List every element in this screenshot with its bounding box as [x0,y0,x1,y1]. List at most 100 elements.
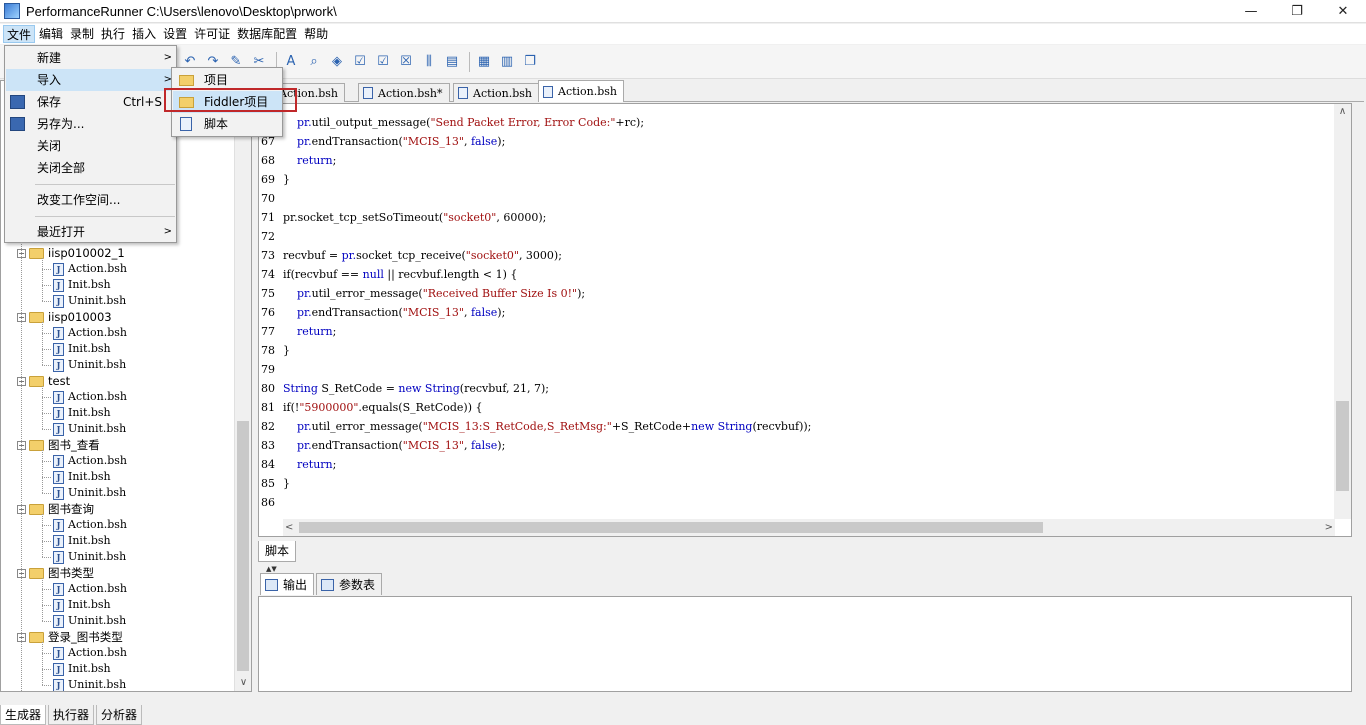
editor-tab-active[interactable]: Action.bsh [538,80,625,102]
code-line[interactable]: 86 [259,493,283,512]
menu-db-config[interactable]: 数据库配置 [234,25,300,43]
import-fiddler-project[interactable]: Fiddler项目 [173,91,282,113]
script-tab[interactable]: 脚本 [258,541,296,562]
tree-file[interactable]: J Action.bsh [53,581,127,597]
tree-file[interactable]: J Action.bsh [53,261,127,277]
file-menu-import[interactable]: 导入 > [6,69,176,91]
import-script[interactable]: 脚本 [173,113,282,135]
file-menu-save-as[interactable]: 另存为... [6,113,176,135]
tree-file[interactable]: J Init.bsh [53,597,111,613]
code-line[interactable]: 73 recvbuf = pr.socket_tcp_receive("socke… [259,246,562,265]
tree-file[interactable]: J Uninit.bsh [53,677,126,691]
tree-file[interactable]: J Action.bsh [53,517,127,533]
font-icon[interactable]: A [281,52,301,72]
code-line[interactable]: 76 pr.endTransaction("MCIS_13", false); [259,303,505,322]
tree-project[interactable]: − 登录_图书类型 [17,629,123,645]
menu-help[interactable]: 帮助 [301,25,331,43]
code-line[interactable]: 82 pr.util_error_message("MCIS_13:S_RetC… [259,417,811,436]
file-menu-new[interactable]: 新建 > [6,47,176,69]
tree-file[interactable]: J Uninit.bsh [53,421,126,437]
check-icon[interactable]: ☑ [350,52,370,72]
tree-project[interactable]: − test [17,373,70,389]
code-line[interactable]: 67 pr.endTransaction("MCIS_13", false); [259,132,505,151]
comment-icon[interactable]: ▤ [442,52,462,72]
config-icon[interactable]: ▦ [474,52,494,72]
tab-output[interactable]: 输出 [260,573,315,595]
tab-executor[interactable]: 执行器 [48,705,95,725]
find-icon[interactable]: ⌕ [304,52,324,72]
tree-scrollbar[interactable]: ∨ [234,81,251,691]
editor-vertical-scrollbar[interactable]: ∧ [1334,104,1351,519]
code-line[interactable]: 75 pr.util_error_message("Received Buffe… [259,284,585,303]
close-button[interactable]: ✕ [1320,0,1366,23]
maximize-button[interactable]: ❐ [1274,0,1320,23]
scroll-right-icon[interactable]: > [1325,519,1333,536]
tree-file[interactable]: J Init.bsh [53,405,111,421]
editor-hscroll-thumb[interactable] [299,522,1043,533]
splitter-arrows-icon[interactable]: ▲▼ [266,565,277,573]
code-line[interactable]: 78} [259,341,290,360]
tree-file[interactable]: J Init.bsh [53,341,111,357]
code-line[interactable]: 85} [259,474,290,493]
menu-file[interactable]: 文件 [3,25,36,43]
tree-file[interactable]: J Uninit.bsh [53,485,126,501]
tree-file[interactable]: J Init.bsh [53,469,111,485]
tab-generator[interactable]: 生成器 [0,705,47,725]
scroll-down-icon[interactable]: ∨ [235,674,251,691]
file-menu-close[interactable]: 关闭 [6,135,176,157]
editor-horizontal-scrollbar[interactable]: < > [283,519,1335,536]
tree-project[interactable]: − 图书_查看 [17,437,100,453]
tree-file[interactable]: J Action.bsh [53,389,127,405]
code-line[interactable]: 80 String S_RetCode = new String(recvbuf,… [259,379,549,398]
tree-file[interactable]: J Init.bsh [53,533,111,549]
tree-file[interactable]: J Action.bsh [53,645,127,661]
menu-license[interactable]: 许可证 [191,25,233,43]
editor-tab[interactable]: Action.bsh [453,83,540,102]
code-line[interactable]: pr.util_output_message("Send Packet Erro… [259,113,644,132]
menu-insert[interactable]: 插入 [129,25,159,43]
columns-icon[interactable]: ⫼ [419,52,439,72]
menu-edit[interactable]: 编辑 [36,25,66,43]
tree-project[interactable]: − 图书查询 [17,501,94,517]
scroll-up-icon[interactable]: ∧ [1334,106,1351,117]
menu-settings[interactable]: 设置 [160,25,190,43]
code-line[interactable]: 74 if(recvbuf == null || recvbuf.length <… [259,265,517,284]
menu-run[interactable]: 执行 [98,25,128,43]
tree-file[interactable]: J Uninit.bsh [53,293,126,309]
tree-file[interactable]: J Init.bsh [53,277,111,293]
tab-parameters[interactable]: 参数表 [316,573,383,595]
tree-file[interactable]: J Action.bsh [53,453,127,469]
code-line[interactable]: 81 if(!"5900000".equals(S_RetCode)) { [259,398,482,417]
tree-project[interactable]: − iisp010002_1 [17,245,125,261]
tab-analyzer[interactable]: 分析器 [96,705,143,725]
tree-file[interactable]: J Uninit.bsh [53,357,126,373]
code-editor[interactable]: pr.util_output_message("Send Packet Erro… [258,103,1352,537]
code-line[interactable]: 83 pr.endTransaction("MCIS_13", false); [259,436,505,455]
copy-icon[interactable]: ❐ [520,52,540,72]
code-line[interactable]: 84 return; [259,455,336,474]
uncheck-icon[interactable]: ☒ [396,52,416,72]
code-line[interactable]: 69} [259,170,290,189]
import-project[interactable]: 项目 [173,69,282,91]
tree-file[interactable]: J Action.bsh [53,325,127,341]
editor-tab[interactable]: Action.bsh* [358,83,450,102]
file-menu-close-all[interactable]: 关闭全部 [6,157,176,179]
tree-project[interactable]: − iisp010003 [17,309,112,325]
code-line[interactable]: 71 pr.socket_tcp_setSoTimeout("socket0", … [259,208,546,227]
code-line[interactable]: 79 [259,360,283,379]
tree-project[interactable]: − 图书类型 [17,565,94,581]
file-menu-change-workspace[interactable]: 改变工作空间... [6,189,176,211]
tree-file[interactable]: J Uninit.bsh [53,613,126,629]
file-menu-recent[interactable]: 最近打开 > [6,221,176,243]
file-menu-save[interactable]: 保存 Ctrl+S [6,91,176,113]
minimize-button[interactable]: — [1228,0,1274,23]
code-line[interactable]: 77 return; [259,322,336,341]
editor-vscroll-thumb[interactable] [1336,401,1349,491]
document-icon[interactable]: ▥ [497,52,517,72]
tree-scroll-thumb[interactable] [237,421,249,671]
code-line[interactable]: 70 [259,189,283,208]
menu-record[interactable]: 录制 [67,25,97,43]
code-line[interactable]: 68 return; [259,151,336,170]
tree-file[interactable]: J Init.bsh [53,661,111,677]
bookmark-icon[interactable]: ◈ [327,52,347,72]
